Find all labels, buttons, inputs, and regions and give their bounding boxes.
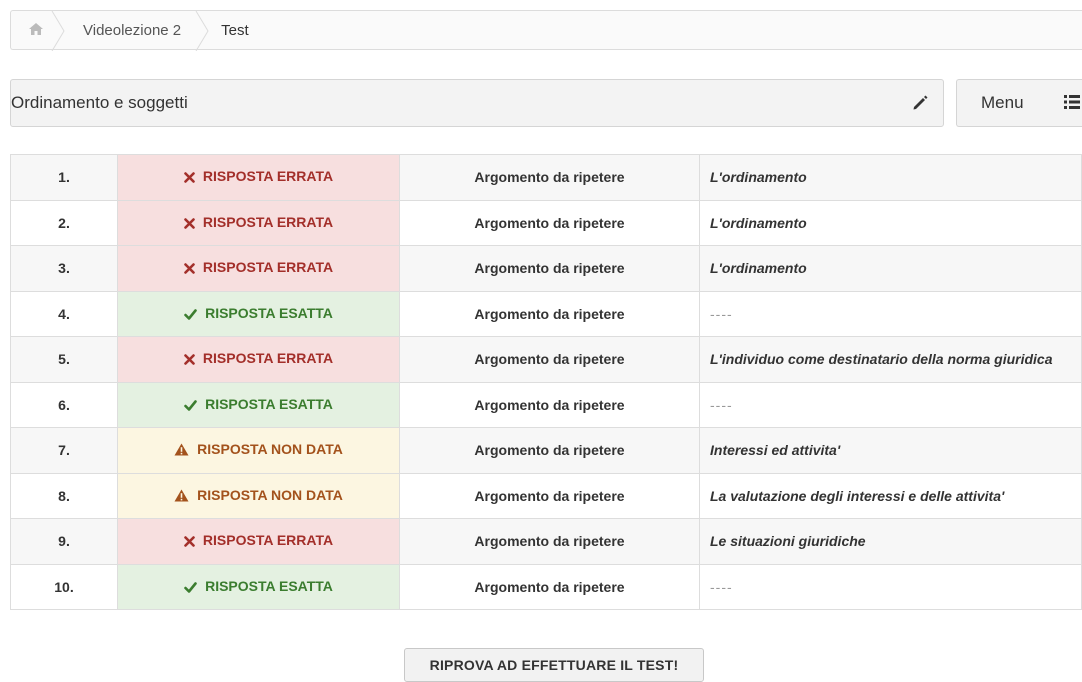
topic-cell: L'ordinamento — [699, 245, 1082, 292]
question-number: 2. — [10, 199, 118, 246]
argument-label: Argomento da ripetere — [399, 381, 700, 428]
x-icon — [184, 261, 195, 277]
argument-label: Argomento da ripetere — [399, 336, 700, 383]
question-number: 8. — [10, 472, 118, 519]
table-row: 9. RISPOSTA ERRATA Argomento da ripetere Le… — [10, 518, 1082, 565]
x-icon — [184, 216, 195, 232]
question-number: 10. — [10, 563, 118, 610]
status-label: RISPOSTA ESATTA — [205, 304, 333, 321]
topic-cell: ---- — [699, 290, 1082, 337]
argument-label: Argomento da ripetere — [399, 518, 700, 565]
breadcrumb: Videolezione 2 Test — [10, 10, 1082, 51]
topic-cell: L'ordinamento — [699, 154, 1082, 201]
topic-cell: L'individuo come destinatario della norm… — [699, 336, 1082, 383]
status-label: RISPOSTA NON DATA — [197, 441, 343, 458]
status-cell: RISPOSTA NON DATA — [117, 472, 400, 519]
status-cell: RISPOSTA ESATTA — [117, 563, 400, 610]
breadcrumb-item-label: Videolezione 2 — [83, 21, 182, 39]
x-icon — [184, 170, 195, 186]
topic-cell: La valutazione degli interessi e delle a… — [699, 472, 1082, 519]
status-label: RISPOSTA ERRATA — [202, 168, 334, 185]
warning-icon — [174, 489, 189, 505]
check-icon — [184, 398, 197, 414]
status-label: RISPOSTA ERRATA — [202, 259, 334, 276]
status-label: RISPOSTA ERRATA — [202, 213, 334, 230]
status-cell: RISPOSTA ESATTA — [117, 290, 400, 337]
argument-label: Argomento da ripetere — [399, 427, 700, 474]
topic-label: ---- — [710, 305, 733, 322]
topic-label: L'ordinamento — [710, 260, 807, 277]
table-row: 1. RISPOSTA ERRATA Argomento da ripetere L'… — [10, 154, 1082, 201]
topic-label: ---- — [710, 396, 733, 413]
x-icon — [184, 534, 195, 550]
question-number: 1. — [10, 154, 118, 201]
question-number: 3. — [10, 245, 118, 292]
argument-label: Argomento da ripetere — [399, 472, 700, 519]
table-row: 5. RISPOSTA ERRATA Argomento da ripetere L'… — [10, 336, 1082, 383]
menu-label: Menu — [981, 93, 1024, 112]
question-number: 4. — [10, 290, 118, 337]
argument-label: Argomento da ripetere — [399, 245, 700, 292]
menu-button[interactable]: Menu — [956, 79, 1082, 127]
argument-label: Argomento da ripetere — [399, 563, 700, 610]
topic-label: L'ordinamento — [710, 169, 807, 186]
status-label: RISPOSTA ERRATA — [202, 532, 334, 549]
table-row: 10. RISPOSTA ESATTA Argomento da ripetere -… — [10, 563, 1082, 610]
breadcrumb-item-label: Test — [221, 21, 249, 39]
status-cell: RISPOSTA ERRATA — [117, 518, 400, 565]
status-cell: RISPOSTA ERRATA — [117, 336, 400, 383]
table-row: 6. RISPOSTA ESATTA Argomento da ripetere --… — [10, 381, 1082, 428]
argument-label: Argomento da ripetere — [399, 154, 700, 201]
breadcrumb-current: Test — [209, 11, 277, 49]
breadcrumb-separator — [195, 11, 209, 51]
topic-cell: ---- — [699, 381, 1082, 428]
question-number: 9. — [10, 518, 118, 565]
topic-cell: Le situazioni giuridiche — [699, 518, 1082, 565]
status-label: RISPOSTA ESATTA — [205, 577, 333, 594]
section-title-bar: Ordinamento e soggetti — [10, 79, 944, 127]
breadcrumb-home[interactable] — [11, 11, 65, 51]
question-number: 5. — [10, 336, 118, 383]
topic-cell: L'ordinamento — [699, 199, 1082, 246]
status-cell: RISPOSTA ERRATA — [117, 199, 400, 246]
question-number: 6. — [10, 381, 118, 428]
breadcrumb-videolezione[interactable]: Videolezione 2 — [65, 11, 209, 51]
table-row: 7. RISPOSTA NON DATA Argomento da ripetere… — [10, 427, 1082, 474]
status-cell: RISPOSTA ERRATA — [117, 245, 400, 292]
status-label: RISPOSTA ESATTA — [205, 395, 333, 412]
pencil-icon[interactable] — [911, 94, 929, 117]
topic-label: Le situazioni giuridiche — [710, 533, 866, 550]
warning-icon — [174, 443, 189, 459]
status-label: RISPOSTA ERRATA — [202, 350, 334, 367]
status-cell: RISPOSTA NON DATA — [117, 427, 400, 474]
status-cell: RISPOSTA ERRATA — [117, 154, 400, 201]
topic-cell: ---- — [699, 563, 1082, 610]
topic-label: Interessi ed attivita' — [710, 442, 841, 459]
question-number: 7. — [10, 427, 118, 474]
status-cell: RISPOSTA ESATTA — [117, 381, 400, 428]
list-icon — [1064, 94, 1080, 115]
table-row: 2. RISPOSTA ERRATA Argomento da ripetere L'… — [10, 199, 1082, 246]
check-icon — [184, 580, 197, 596]
breadcrumb-separator — [51, 11, 65, 51]
topic-label: La valutazione degli interessi e delle a… — [710, 487, 1005, 504]
home-icon — [29, 22, 43, 39]
status-label: RISPOSTA NON DATA — [197, 486, 343, 503]
page-title: Ordinamento e soggetti — [11, 93, 188, 112]
topic-label: L'individuo come destinatario della norm… — [710, 351, 1053, 368]
topic-label: L'ordinamento — [710, 214, 807, 231]
results-table: 1. RISPOSTA ERRATA Argomento da ripetere L'… — [10, 154, 1082, 610]
table-row: 3. RISPOSTA ERRATA Argomento da ripetere L'… — [10, 245, 1082, 292]
topic-label: ---- — [710, 578, 733, 595]
topic-cell: Interessi ed attivita' — [699, 427, 1082, 474]
table-row: 4. RISPOSTA ESATTA Argomento da ripetere --… — [10, 290, 1082, 337]
argument-label: Argomento da ripetere — [399, 199, 700, 246]
argument-label: Argomento da ripetere — [399, 290, 700, 337]
x-icon — [184, 352, 195, 368]
table-row: 8. RISPOSTA NON DATA Argomento da ripetere… — [10, 472, 1082, 519]
check-icon — [184, 307, 197, 323]
